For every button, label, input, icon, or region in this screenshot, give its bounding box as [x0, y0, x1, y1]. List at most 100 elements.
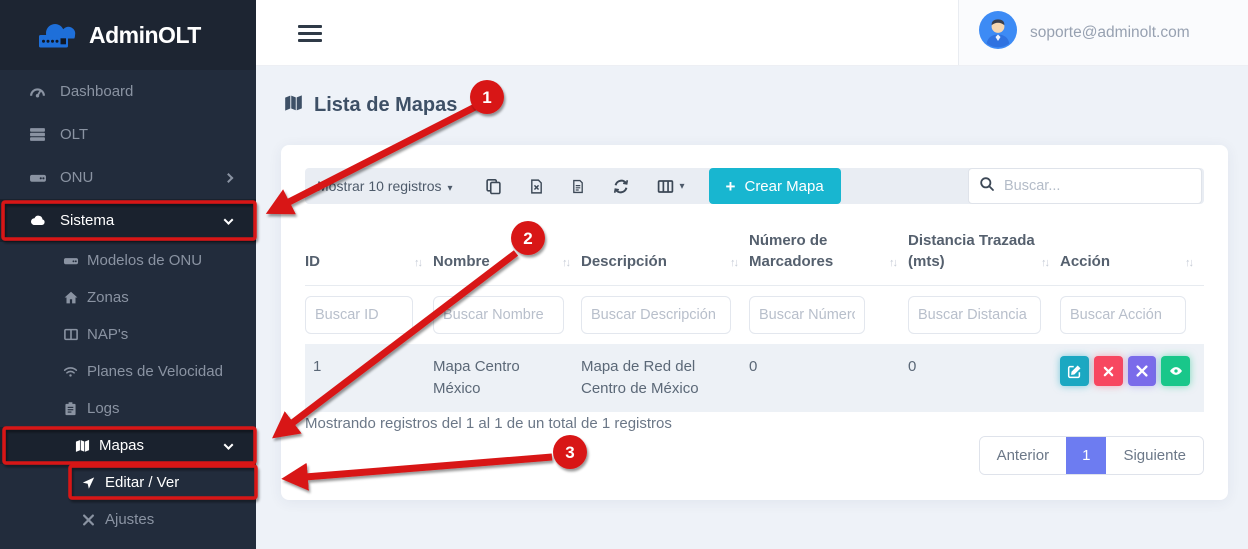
- adminolt-app: AdminOLT Dashboard OLT ONU: [0, 0, 1248, 549]
- sort-icon: ↑↓: [414, 256, 421, 271]
- page-header: Lista de Mapas: [283, 93, 457, 117]
- olt-servers-icon: [28, 126, 47, 143]
- sidebar-item-label: Ajustes: [105, 511, 154, 528]
- sidebar-item-dashboard[interactable]: Dashboard: [0, 70, 256, 113]
- dashboard-gauge-icon: [28, 83, 47, 100]
- columns-icon: [62, 327, 79, 342]
- tools-icon: [80, 513, 97, 527]
- sort-icon: ↑↓: [1185, 256, 1192, 271]
- sidebar-item-label: Planes de Velocidad: [87, 363, 223, 380]
- plus-icon: +: [726, 178, 736, 195]
- columns-visibility-icon[interactable]: ▾: [657, 178, 685, 195]
- caret-down-icon: ▾: [680, 181, 685, 192]
- sidebar-item-planes-de-velocidad[interactable]: Planes de Velocidad: [0, 353, 256, 390]
- sidebar-item-modelos-de-onu[interactable]: Modelos de ONU: [0, 242, 256, 279]
- column-header-nombre[interactable]: Nombre↑↓: [433, 230, 581, 286]
- sidebar-item-editar-ver[interactable]: Editar / Ver: [0, 464, 256, 501]
- sidebar-item-onu[interactable]: ONU: [0, 156, 256, 199]
- user-email: soporte@adminolt.com: [1030, 24, 1190, 42]
- table-toolbar: Mostrar 10 registros▾ ▾: [305, 168, 1204, 204]
- pagination-previous-button[interactable]: Anterior: [980, 437, 1067, 474]
- column-header-accion[interactable]: Acción↑↓: [1060, 230, 1204, 286]
- sidebar-item-mapas[interactable]: Mapas: [0, 427, 256, 464]
- excel-export-icon[interactable]: [529, 178, 544, 195]
- sort-icon: ↑↓: [562, 256, 569, 271]
- user-avatar: [979, 11, 1017, 54]
- column-header-marcadores[interactable]: Número de Marcadores↑↓: [749, 230, 908, 286]
- sidebar-item-label: ONU: [60, 169, 93, 186]
- filter-id-input[interactable]: [305, 296, 413, 334]
- view-map-button[interactable]: [1161, 356, 1190, 386]
- page-title: Lista de Mapas: [314, 94, 457, 117]
- adminolt-logo-icon: [34, 14, 80, 57]
- chevron-down-icon: [224, 440, 234, 450]
- map-tools-button[interactable]: [1128, 356, 1157, 386]
- maps-table-card: Mostrar 10 registros▾ ▾: [281, 145, 1228, 500]
- refresh-icon[interactable]: [612, 178, 630, 195]
- sidebar-item-label: NAP's: [87, 326, 128, 343]
- map-icon: [74, 438, 91, 453]
- page-length-dropdown[interactable]: Mostrar 10 registros▾: [317, 178, 453, 194]
- location-arrow-icon: [80, 476, 97, 490]
- sidebar-item-label: OLT: [60, 126, 88, 143]
- user-menu[interactable]: soporte@adminolt.com: [958, 0, 1248, 65]
- cell-id: 1: [305, 344, 433, 412]
- cell-nombre: Mapa Centro México: [433, 344, 581, 412]
- pagination: Anterior 1 Siguiente: [979, 436, 1204, 475]
- column-header-descripcion[interactable]: Descripción↑↓: [581, 230, 749, 286]
- sidebar-item-label: Dashboard: [60, 83, 133, 100]
- sidebar-item-label: Modelos de ONU: [87, 252, 202, 269]
- sort-icon: ↑↓: [730, 256, 737, 271]
- search-input[interactable]: [1004, 178, 1191, 194]
- caret-down-icon: ▾: [447, 183, 452, 194]
- delete-map-button[interactable]: [1094, 356, 1123, 386]
- wifi-icon: [62, 364, 79, 379]
- map-icon: [283, 93, 304, 117]
- sidebar-item-naps[interactable]: NAP's: [0, 316, 256, 353]
- sidebar-item-label: Mapas: [99, 437, 144, 454]
- filter-marcadores-input[interactable]: [749, 296, 865, 334]
- pagination-page-1-button[interactable]: 1: [1066, 437, 1106, 474]
- sort-icon: ↑↓: [889, 256, 896, 271]
- copy-icon[interactable]: [485, 178, 502, 195]
- filter-descripcion-input[interactable]: [581, 296, 731, 334]
- sidebar-item-olt[interactable]: OLT: [0, 113, 256, 156]
- filter-distancia-input[interactable]: [908, 296, 1041, 334]
- sidebar-item-label: Logs: [87, 400, 120, 417]
- sidebar-item-label: Zonas: [87, 289, 129, 306]
- create-map-button[interactable]: + Crear Mapa: [709, 168, 841, 204]
- sidebar-item-label: Sistema: [60, 212, 114, 229]
- cloud-icon: [28, 212, 47, 229]
- brand-title: AdminOLT: [89, 22, 201, 49]
- sidebar-item-zonas[interactable]: Zonas: [0, 279, 256, 316]
- table-filter-row: [305, 286, 1204, 345]
- column-header-distancia[interactable]: Distancia Trazada (mts)↑↓: [908, 230, 1060, 286]
- pagination-next-button[interactable]: Siguiente: [1106, 437, 1203, 474]
- cell-distancia: 0: [908, 344, 1060, 412]
- filter-accion-input[interactable]: [1060, 296, 1186, 334]
- sidebar-toggle-button[interactable]: [298, 21, 322, 45]
- column-header-id[interactable]: ID↑↓: [305, 230, 433, 286]
- brand[interactable]: AdminOLT: [0, 0, 256, 70]
- main-content: Lista de Mapas Mostrar 10 registros▾: [256, 66, 1248, 549]
- onu-model-icon: [62, 253, 79, 268]
- cell-descripcion: Mapa de Red del Centro de México: [581, 344, 749, 412]
- filter-nombre-input[interactable]: [433, 296, 564, 334]
- cell-marcadores: 0: [749, 344, 908, 412]
- sidebar-item-ajustes[interactable]: Ajustes: [0, 501, 256, 538]
- sidebar-item-label: Editar / Ver: [105, 474, 179, 491]
- maps-table: ID↑↓ Nombre↑↓ Descripción↑↓ Número de Ma…: [305, 230, 1204, 412]
- sidebar-nav: Dashboard OLT ONU Sistema: [0, 70, 256, 538]
- search-icon: [979, 176, 995, 197]
- edit-map-button[interactable]: [1060, 356, 1089, 386]
- sidebar: AdminOLT Dashboard OLT ONU: [0, 0, 256, 549]
- chevron-down-icon: [224, 215, 234, 225]
- sidebar-item-logs[interactable]: Logs: [0, 390, 256, 427]
- home-icon: [62, 290, 79, 305]
- onu-device-icon: [28, 169, 47, 186]
- file-export-icon[interactable]: [571, 178, 585, 195]
- sidebar-item-sistema[interactable]: Sistema: [0, 199, 256, 242]
- cell-acciones: [1060, 344, 1204, 412]
- clipboard-logs-icon: [62, 401, 79, 416]
- chevron-right-icon: [224, 173, 234, 183]
